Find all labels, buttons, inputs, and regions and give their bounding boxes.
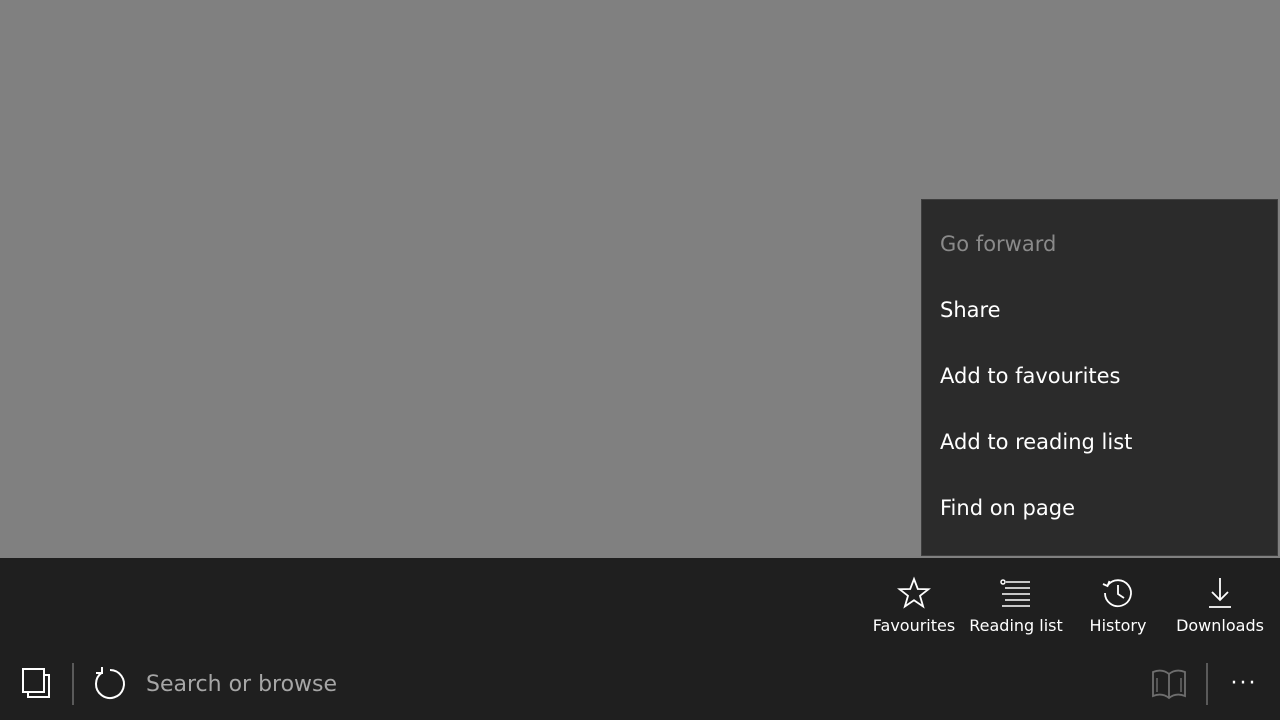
context-menu: Go forward Share Add to favourites Add t… [921, 199, 1278, 556]
tabs-icon[interactable] [20, 667, 52, 699]
reading-list-button[interactable]: Reading list [966, 576, 1066, 646]
browser-window: Go forward Share Add to favourites Add t… [0, 0, 1280, 720]
download-icon [1209, 578, 1231, 608]
menu-item-share[interactable]: Share [940, 295, 1001, 325]
favourites-button[interactable]: Favourites [866, 576, 962, 646]
refresh-icon[interactable] [92, 666, 128, 702]
menu-item-find-on-page[interactable]: Find on page [940, 493, 1075, 523]
app-bar: Favourites Reading list History Download… [0, 558, 1280, 720]
divider [1206, 663, 1208, 705]
history-icon [1102, 579, 1132, 608]
address-search-input[interactable] [146, 665, 1126, 703]
reading-list-label: Reading list [969, 616, 1063, 635]
favourites-label: Favourites [872, 616, 956, 635]
star-icon [897, 576, 931, 609]
menu-item-add-to-favourites[interactable]: Add to favourites [940, 361, 1121, 391]
divider [72, 663, 74, 705]
downloads-label: Downloads [1176, 616, 1264, 635]
reading-view-icon [1152, 669, 1186, 700]
menu-item-go-forward: Go forward [940, 232, 1057, 256]
reading-list-icon [1000, 579, 1030, 607]
menu-item-add-to-reading-list[interactable]: Add to reading list [940, 427, 1132, 457]
downloads-button[interactable]: Downloads [1168, 576, 1272, 646]
history-button[interactable]: History [1076, 576, 1160, 646]
more-actions-button[interactable]: ··· [1224, 664, 1264, 704]
history-label: History [1089, 616, 1147, 635]
